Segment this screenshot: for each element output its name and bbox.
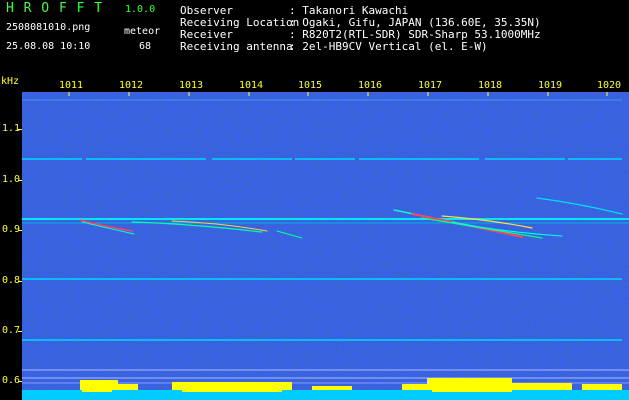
app-version: 1.0.0 xyxy=(125,4,156,15)
x-tick-label: 1018 xyxy=(478,80,503,91)
y-tick-label: 0.7 xyxy=(1,325,20,336)
spectrogram xyxy=(22,92,629,400)
y-tick-label: 1.1 xyxy=(1,123,20,134)
y-tick-label: 0.6 xyxy=(1,375,20,386)
meteor-label: meteor xyxy=(124,26,161,37)
file-name: 2508081010.png xyxy=(6,22,91,33)
x-tick-label: 1020 xyxy=(597,80,622,91)
y-axis-unit: kHz xyxy=(1,76,20,87)
x-tick-label: 1013 xyxy=(179,80,204,91)
y-tick-label: 1.0 xyxy=(1,174,20,185)
app-title: H R O F F T xyxy=(6,1,104,16)
y-tick-label: 0.8 xyxy=(1,275,20,286)
baseline-bar xyxy=(22,390,629,400)
x-tick-label: 1017 xyxy=(418,80,443,91)
info-value-antenna: : 2el-HB9CV Vertical (el. E-W) xyxy=(289,40,488,53)
hrofft-window: { "app": {"name": "H R O F F T", "versio… xyxy=(0,0,629,400)
y-tick-label: 0.9 xyxy=(1,224,20,235)
spectrogram-noise xyxy=(22,92,629,400)
info-label-antenna: Receiving antenna xyxy=(180,40,293,53)
x-tick-label: 1014 xyxy=(239,80,264,91)
x-tick-label: 1016 xyxy=(358,80,383,91)
x-tick-label: 1015 xyxy=(298,80,323,91)
x-tick-label: 1019 xyxy=(538,80,563,91)
x-tick-label: 1011 xyxy=(59,80,84,91)
x-tick-label: 1012 xyxy=(119,80,144,91)
meteor-count: 68 xyxy=(139,41,152,52)
file-timestamp: 25.08.08 10:10 xyxy=(6,41,91,52)
